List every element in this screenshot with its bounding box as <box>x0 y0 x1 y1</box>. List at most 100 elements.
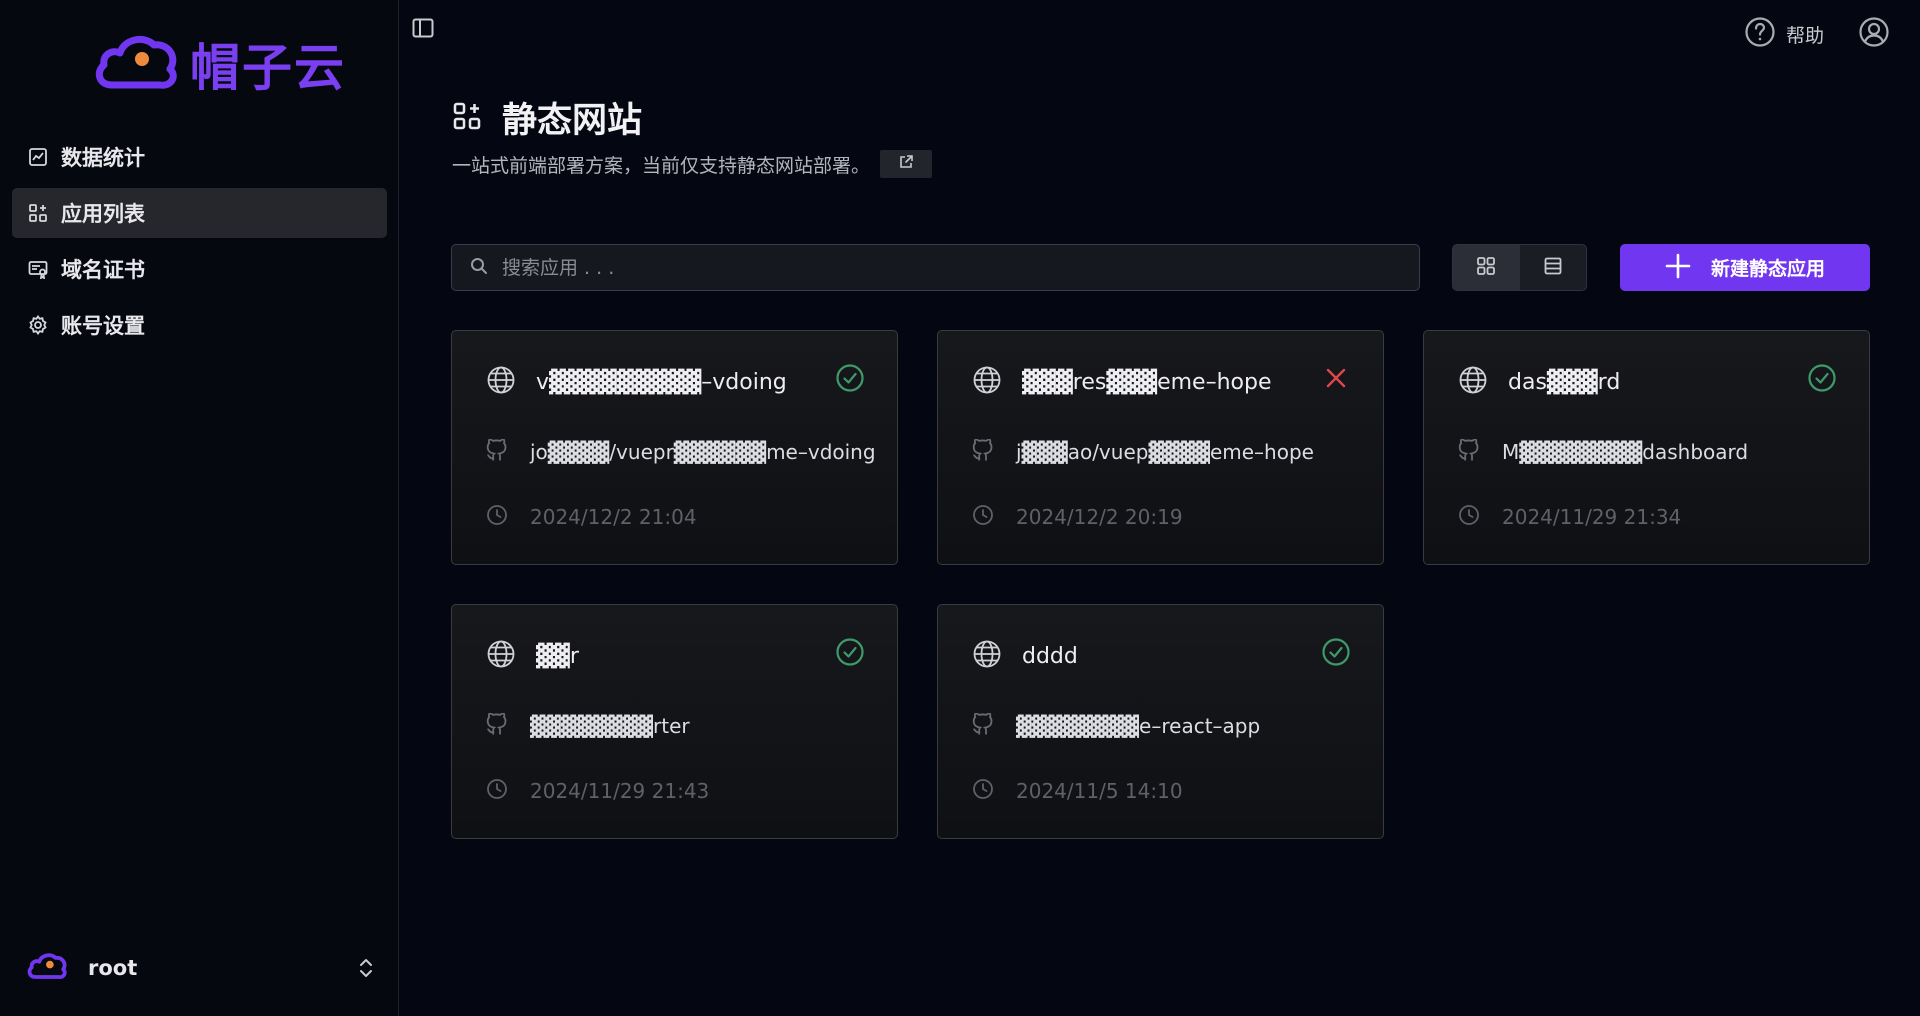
help-label: 帮助 <box>1785 24 1824 47</box>
github-icon <box>972 438 994 465</box>
app-name: ▓▓▓res▓▓▓eme–hope <box>1022 369 1272 395</box>
help-button[interactable]: 帮助 <box>1744 16 1824 52</box>
clock-icon <box>486 778 508 804</box>
search-box[interactable] <box>451 244 1420 291</box>
github-icon <box>486 712 508 739</box>
sidebar-item-statistics[interactable]: 数据统计 <box>12 132 387 182</box>
sidebar-item-label: 域名证书 <box>61 258 145 282</box>
chart-icon <box>27 146 49 168</box>
success-check-icon <box>1321 637 1351 667</box>
globe-icon <box>972 639 1002 673</box>
sidebar-item-label: 应用列表 <box>61 202 145 226</box>
list-icon <box>1543 256 1563 280</box>
sidebar-item-account-settings[interactable]: 账号设置 <box>12 300 387 350</box>
app-name: das▓▓▓rd <box>1508 369 1621 395</box>
certificate-icon <box>27 258 49 280</box>
repo-path: jo▓▓▓▓/vuepr▓▓▓▓▓▓me–vdoing <box>530 440 876 464</box>
list-view-button[interactable] <box>1520 245 1587 290</box>
header-actions: 帮助 <box>1744 16 1890 52</box>
github-icon <box>972 712 994 739</box>
app-name-row: ▓▓r <box>486 639 579 673</box>
repo-row: j▓▓▓ao/vuep▓▓▓▓eme–hope <box>972 438 1314 465</box>
repo-row: M▓▓▓▓▓▓▓▓dashboard <box>1458 438 1749 465</box>
app-name-row: das▓▓▓rd <box>1458 365 1620 399</box>
time-row: 2024/12/2 20:19 <box>972 504 1183 530</box>
globe-icon <box>486 639 516 673</box>
app-card[interactable]: dddd ▓▓▓▓▓▓▓▓e–react–app 2024/11/5 14:10 <box>937 604 1384 839</box>
page-subtitle-row: 一站式前端部署方案，当前仅支持静态网站部署。 <box>452 150 933 178</box>
deploy-time: 2024/11/29 21:34 <box>1502 505 1682 529</box>
sidebar: 帽子云 数据统计 应用列表 域名证书 账号设置 root <box>0 0 399 1016</box>
sidebar-nav: 数据统计 应用列表 域名证书 账号设置 <box>12 132 387 356</box>
sidebar-item-domains[interactable]: 域名证书 <box>12 244 387 294</box>
app-root: 帽子云 数据统计 应用列表 域名证书 账号设置 root 帮助 静态网站 一站式… <box>0 0 1920 1016</box>
app-name: dddd <box>1022 643 1078 669</box>
chevron-up-down-icon[interactable] <box>356 956 376 984</box>
gear-icon <box>27 314 49 336</box>
grid-icon <box>1476 256 1496 280</box>
deploy-time: 2024/11/29 21:43 <box>530 779 710 803</box>
app-card[interactable]: das▓▓▓rd M▓▓▓▓▓▓▓▓dashboard 2024/11/29 2… <box>1423 330 1870 565</box>
sidebar-item-label: 账号设置 <box>61 314 145 338</box>
globe-icon <box>486 365 516 399</box>
search-icon <box>470 257 488 279</box>
repo-row: jo▓▓▓▓/vuepr▓▓▓▓▓▓me–vdoing <box>486 438 876 465</box>
logo[interactable]: 帽子云 <box>92 28 346 100</box>
search-input[interactable] <box>502 256 1402 279</box>
failed-x-icon <box>1321 363 1351 393</box>
app-name-row: dddd <box>972 639 1078 673</box>
app-card[interactable]: ▓▓▓res▓▓▓eme–hope j▓▓▓ao/vuep▓▓▓▓eme–hop… <box>937 330 1384 565</box>
repo-path: j▓▓▓ao/vuep▓▓▓▓eme–hope <box>1016 440 1314 464</box>
cloud-logo-icon <box>92 33 180 95</box>
user-menu[interactable]: root <box>26 946 376 990</box>
repo-path: M▓▓▓▓▓▓▓▓dashboard <box>1502 440 1749 464</box>
new-static-app-button[interactable]: 新建静态应用 <box>1620 244 1870 291</box>
time-row: 2024/11/29 21:43 <box>486 778 709 804</box>
user-name: root <box>88 956 138 980</box>
success-check-icon <box>1807 363 1837 393</box>
repo-row: ▓▓▓▓▓▓▓▓rter <box>486 712 690 739</box>
user-avatar-icon <box>26 951 68 985</box>
success-check-icon <box>835 637 865 667</box>
time-row: 2024/12/2 21:04 <box>486 504 697 530</box>
time-row: 2024/11/5 14:10 <box>972 778 1183 804</box>
clock-icon <box>972 778 994 804</box>
new-app-label: 新建静态应用 <box>1710 258 1825 280</box>
deploy-time: 2024/11/5 14:10 <box>1016 779 1183 803</box>
app-name-row: v▓▓▓▓▓▓▓▓▓–vdoing <box>486 365 787 399</box>
page-header: 静态网站 <box>452 92 642 143</box>
repo-path: ▓▓▓▓▓▓▓▓rter <box>530 714 690 738</box>
app-name: v▓▓▓▓▓▓▓▓▓–vdoing <box>536 369 787 395</box>
sidebar-item-label: 数据统计 <box>61 146 145 170</box>
sidebar-item-apps[interactable]: 应用列表 <box>12 188 387 238</box>
external-link-icon <box>898 154 914 174</box>
brand-name: 帽子云 <box>190 39 346 97</box>
apps-icon <box>27 202 49 224</box>
app-card[interactable]: ▓▓r ▓▓▓▓▓▓▓▓rter 2024/11/29 21:43 <box>451 604 898 839</box>
globe-icon <box>972 365 1002 399</box>
repo-path: ▓▓▓▓▓▓▓▓e–react–app <box>1016 714 1261 738</box>
deploy-time: 2024/12/2 21:04 <box>530 505 697 529</box>
app-name: ▓▓r <box>536 643 579 669</box>
page-title: 静态网站 <box>502 101 643 141</box>
deploy-time: 2024/12/2 20:19 <box>1016 505 1183 529</box>
grid-view-button[interactable] <box>1453 245 1520 290</box>
plus-icon <box>1665 253 1691 283</box>
github-icon <box>1458 438 1480 465</box>
page-subtitle: 一站式前端部署方案，当前仅支持静态网站部署。 <box>452 154 871 177</box>
repo-row: ▓▓▓▓▓▓▓▓e–react–app <box>972 712 1261 739</box>
sidebar-toggle-icon[interactable] <box>411 16 435 40</box>
apps-icon <box>452 101 482 135</box>
clock-icon <box>972 504 994 530</box>
question-circle-icon <box>1744 16 1776 52</box>
app-name-row: ▓▓▓res▓▓▓eme–hope <box>972 365 1271 399</box>
time-row: 2024/11/29 21:34 <box>1458 504 1681 530</box>
clock-icon <box>486 504 508 530</box>
globe-icon <box>1458 365 1488 399</box>
github-icon <box>486 438 508 465</box>
account-icon[interactable] <box>1858 16 1890 52</box>
external-link-button[interactable] <box>880 150 933 178</box>
clock-icon <box>1458 504 1480 530</box>
app-card[interactable]: v▓▓▓▓▓▓▓▓▓–vdoing jo▓▓▓▓/vuepr▓▓▓▓▓▓me–v… <box>451 330 898 565</box>
success-check-icon <box>835 363 865 393</box>
